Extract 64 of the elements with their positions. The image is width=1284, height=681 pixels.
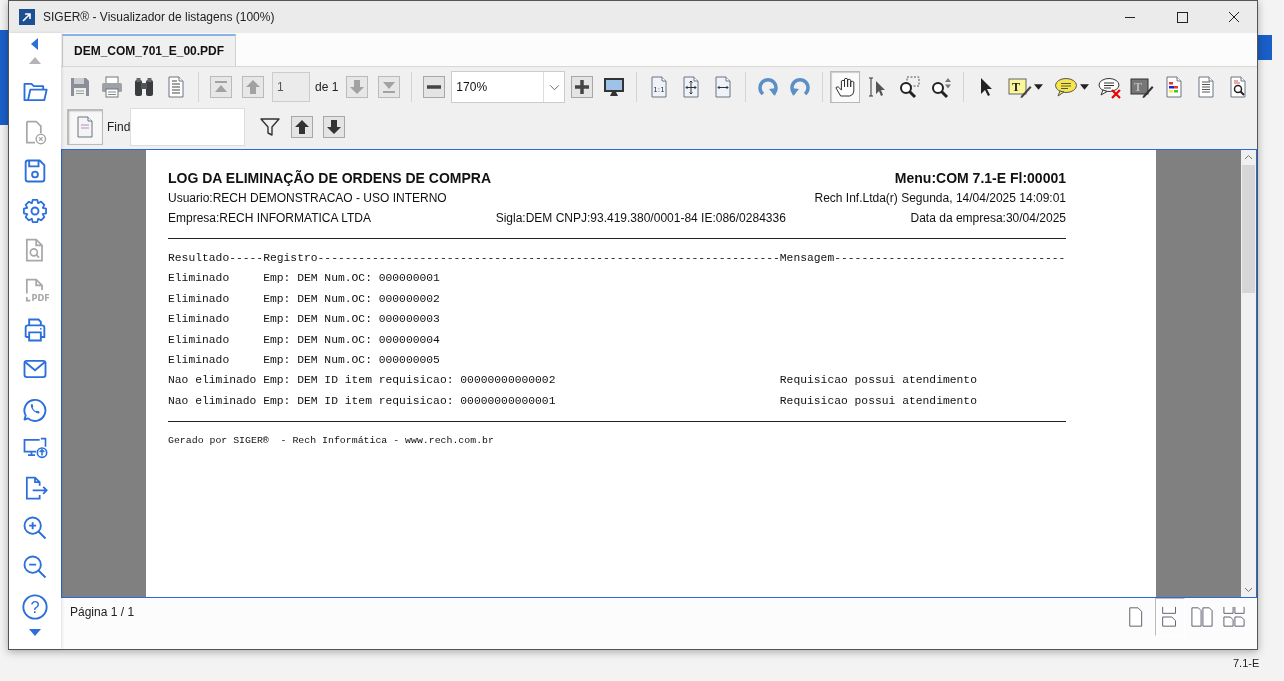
page-total: de 1 [315,80,339,94]
print-icon [100,75,124,99]
next-page-icon [345,75,370,99]
document-tab[interactable]: DEM_COM_701_E_00.PDF [62,34,237,66]
previous-page-icon [241,75,265,99]
background-text: 7.1-E [1233,657,1260,669]
record-cell-text: Emp: DEM Num.OC: 000000004 [263,332,441,348]
record-cell-text: Emp: DEM ID item requisicao: 00000000000002 [263,373,557,389]
report-footer: Gerado por SIGER® - Rech Informática - www.rech.com.br [168,431,1066,452]
report-user: Usuario:RECH DEMONSTRACAO - USO INTERNO [168,191,447,205]
result-cell-text: Eliminado [168,332,231,348]
result-cell-text: Eliminado [168,352,231,368]
scroll-down-arrow-icon[interactable] [29,628,41,636]
zoom-out-icon [422,75,447,99]
hand-tool-button[interactable] [830,71,861,103]
message-cell-text: Requisicao possui atendimento [779,393,977,409]
report-ids: Sigla:DEM CNPJ:93.419.380/0001-84 IE:086/0284336 [495,211,786,225]
scrollbar[interactable] [1241,150,1256,597]
record-cell-text: Emp: DEM Num.OC: 000000001 [263,271,441,287]
dropdown-caret-icon[interactable] [1079,84,1089,90]
find-label: Find [107,120,131,134]
zoom-area-icon [897,75,922,99]
monitor-icon [602,75,627,99]
record-cell-text: Emp: DEM ID item requisicao: 00000000000001 [263,393,557,409]
record-cell-text: Emp: DEM Num.OC: 000000003 [263,312,441,328]
column-header: Resultado-----Registro--------------------------------------------------------------------Mensagem---------------------------------- [168,251,1066,266]
report-title: LOG DA ELIMINAÇÃO DE ORDENS DE COMPRA [168,170,492,186]
result-cell-text: Nao eliminado [168,373,258,389]
find-panel-toggle[interactable] [67,109,103,145]
result-cell-text: Nao eliminado [168,393,258,409]
comment-icon [1053,75,1078,99]
filter-icon [258,115,283,139]
report-company-date: Data da empresa:30/04/2025 [910,211,1066,225]
record-cell-text: Emp: DEM Num.OC: 000000005 [263,352,441,368]
text-note-button[interactable]: T [1003,71,1048,103]
facing-pages-view-icon [1191,605,1213,629]
zoom-combo-box[interactable]: 170% [451,71,566,103]
first-page-icon [209,75,233,99]
find-field[interactable] [130,108,246,146]
dropdown-caret-icon[interactable] [1033,84,1043,90]
background-panel [1258,35,1272,60]
app-icon [19,9,35,25]
window-title: SIGER® - Visualizador de listagens (100%) [43,10,276,24]
result-cell-text: Eliminado [168,271,231,287]
page-indicator: Página 1 / 1 [70,605,135,619]
result-cell-text: Eliminado [168,291,231,307]
report-timestamp: Rech Inf.Ltda(r) Segunda, 14/04/2025 14:09:01 [814,191,1066,205]
facing-continuous-view-icon [1223,605,1245,629]
scroll-thumb[interactable] [1242,165,1255,293]
record-cell-text: Emp: DEM Num.OC: 000000002 [263,291,441,307]
result-cell-text: Eliminado [168,312,231,328]
settings-icon[interactable] [21,196,49,225]
save-icon [68,75,92,99]
delete-comment-icon [1098,75,1123,99]
binoculars-icon [132,75,156,99]
zoom-in-icon [570,75,595,99]
help-icon[interactable]: ? [21,592,49,621]
last-page-icon [377,75,402,99]
report-menu: Menu:COM 7.1-E Fl:00001 [894,170,1066,186]
message-cell-text: Requisicao possui atendimento [779,373,977,389]
page-number-field[interactable]: 1 [272,72,310,102]
continuous-view-button[interactable] [1155,598,1185,636]
collapse-arrow-icon[interactable] [31,38,39,50]
report-company: Empresa:RECH INFORMATICA LTDA [168,211,371,225]
